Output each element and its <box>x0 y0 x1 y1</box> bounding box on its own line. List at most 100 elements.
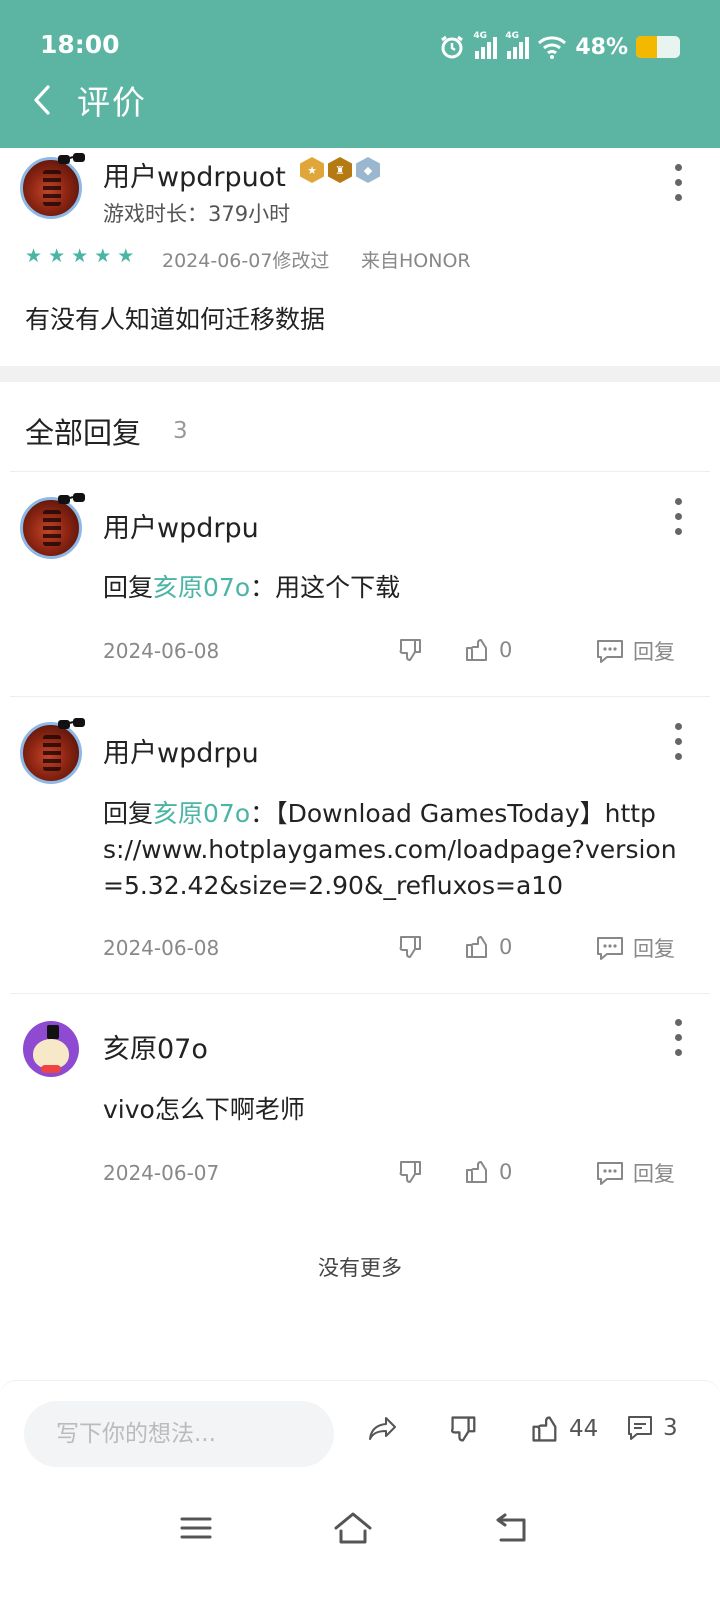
more-options-button[interactable] <box>663 1017 693 1057</box>
back-nav-button[interactable] <box>486 1508 536 1548</box>
reply-username[interactable]: 用户wpdrpu <box>103 506 259 545</box>
sunglasses-icon <box>58 718 85 729</box>
reply-label: 回复 <box>633 937 675 961</box>
status-icons: 4G 4G 48% <box>439 30 680 64</box>
mention-link[interactable]: 亥原07o <box>153 799 250 828</box>
like-button[interactable]: 0 <box>463 933 512 961</box>
status-time: 18:00 <box>40 30 120 59</box>
comment-icon <box>628 1416 652 1440</box>
home-icon <box>334 1512 372 1544</box>
bottom-action-bar: 44 3 <box>0 1380 720 1490</box>
reply-label: 回复 <box>633 640 675 664</box>
chevron-left-icon <box>34 85 50 115</box>
playtime-value: 379小时 <box>208 202 291 226</box>
like-count: 0 <box>499 638 513 662</box>
reply-date: 2024-06-07 <box>103 1161 220 1185</box>
thumbs-down-icon <box>399 1161 421 1183</box>
header-bar: 18:00 4G 4G 48% 评价 <box>0 0 720 148</box>
comment-input[interactable] <box>24 1401 334 1467</box>
thumbs-up-icon <box>466 1161 487 1183</box>
thumbs-down-icon <box>399 639 421 661</box>
home-button[interactable] <box>328 1508 378 1548</box>
battery-icon <box>636 36 680 58</box>
reply-prefix: 回复 <box>103 799 154 828</box>
signal-icon: 4G <box>473 31 498 59</box>
system-nav-bar <box>0 1490 720 1600</box>
playtime: 游戏时长：379小时 <box>103 198 290 228</box>
comment-icon <box>597 1162 623 1185</box>
dislike-button[interactable] <box>397 1158 425 1186</box>
medal-icon: ★ <box>300 157 324 183</box>
dislike-button[interactable] <box>448 1413 480 1445</box>
network-type-label: 4G <box>473 31 487 41</box>
thumbs-down-icon <box>450 1416 476 1442</box>
thumbs-up-icon <box>466 639 487 661</box>
network-type-label: 4G <box>505 31 519 41</box>
section-divider <box>0 366 720 382</box>
playtime-label: 游戏时长： <box>103 202 208 226</box>
comment-count: 3 <box>663 1415 678 1441</box>
more-options-button[interactable] <box>663 496 693 536</box>
reply-text: vivo怎么下啊老师 <box>103 1095 305 1124</box>
thumbs-up-icon <box>532 1416 557 1442</box>
alarm-icon <box>439 34 465 60</box>
sunglasses-icon <box>58 153 85 164</box>
mention-link[interactable]: 亥原07o <box>153 573 250 602</box>
like-count: 44 <box>569 1416 599 1442</box>
review-username[interactable]: 用户wpdrpuot <box>103 155 286 194</box>
reply-text: 回复亥原07o：【Download GamesToday】https://www… <box>103 796 683 904</box>
sunglasses-icon <box>58 493 85 504</box>
user-badges: ★ ♜ ◆ <box>300 157 380 183</box>
replies-title: 全部回复 <box>25 416 142 450</box>
medal-icon: ♜ <box>328 157 352 183</box>
comments-button[interactable]: 3 <box>625 1413 678 1443</box>
reply-colon: ： <box>250 573 276 602</box>
reply-username[interactable]: 亥原07o <box>103 1027 208 1066</box>
more-options-button[interactable] <box>663 721 693 761</box>
avatar[interactable] <box>20 493 85 559</box>
return-icon <box>496 1513 526 1542</box>
divider <box>10 993 710 994</box>
like-count: 0 <box>499 1160 513 1184</box>
back-button[interactable] <box>22 80 62 120</box>
reply-label: 回复 <box>633 1162 675 1186</box>
like-button[interactable]: 44 <box>529 1413 598 1445</box>
reply-body: 用这个下载 <box>275 573 401 602</box>
menu-button[interactable] <box>171 1508 221 1548</box>
battery-percent: 48% <box>575 34 628 60</box>
reply-button[interactable]: 回复 <box>595 1158 675 1188</box>
rating-stars: ★ ★ ★ ★ ★ <box>25 245 135 267</box>
comment-icon <box>597 640 623 663</box>
comment-icon <box>597 937 623 960</box>
thumbs-up-icon <box>466 936 487 958</box>
more-options-button[interactable] <box>663 162 693 202</box>
reply-date: 2024-06-08 <box>103 936 220 960</box>
signal-icon: 4G <box>505 31 530 59</box>
share-button[interactable] <box>367 1413 399 1443</box>
dislike-button[interactable] <box>397 933 425 961</box>
avatar[interactable] <box>23 1021 79 1077</box>
review-source: 来自HONOR <box>361 250 471 272</box>
like-count: 0 <box>499 935 513 959</box>
medal-icon: ◆ <box>356 157 380 183</box>
page-title: 评价 <box>77 83 147 122</box>
reply-colon: ： <box>250 799 276 828</box>
reply-username[interactable]: 用户wpdrpu <box>103 731 259 770</box>
reply-button[interactable]: 回复 <box>595 933 675 963</box>
thumbs-down-icon <box>399 936 421 958</box>
like-button[interactable]: 0 <box>463 636 512 664</box>
like-button[interactable]: 0 <box>463 1158 512 1186</box>
dislike-button[interactable] <box>397 636 425 664</box>
share-icon <box>369 1417 396 1440</box>
reply-button[interactable]: 回复 <box>595 636 675 666</box>
divider <box>10 471 710 472</box>
no-more-label: 没有更多 <box>318 1256 402 1280</box>
divider <box>10 696 710 697</box>
replies-count: 3 <box>173 418 188 444</box>
review-date: 2024-06-07修改过 <box>162 250 330 272</box>
avatar[interactable] <box>20 718 85 784</box>
reply-prefix: 回复 <box>103 573 154 602</box>
reply-date: 2024-06-08 <box>103 639 220 663</box>
avatar[interactable] <box>20 153 85 219</box>
review-text: 有没有人知道如何迁移数据 <box>25 305 326 334</box>
